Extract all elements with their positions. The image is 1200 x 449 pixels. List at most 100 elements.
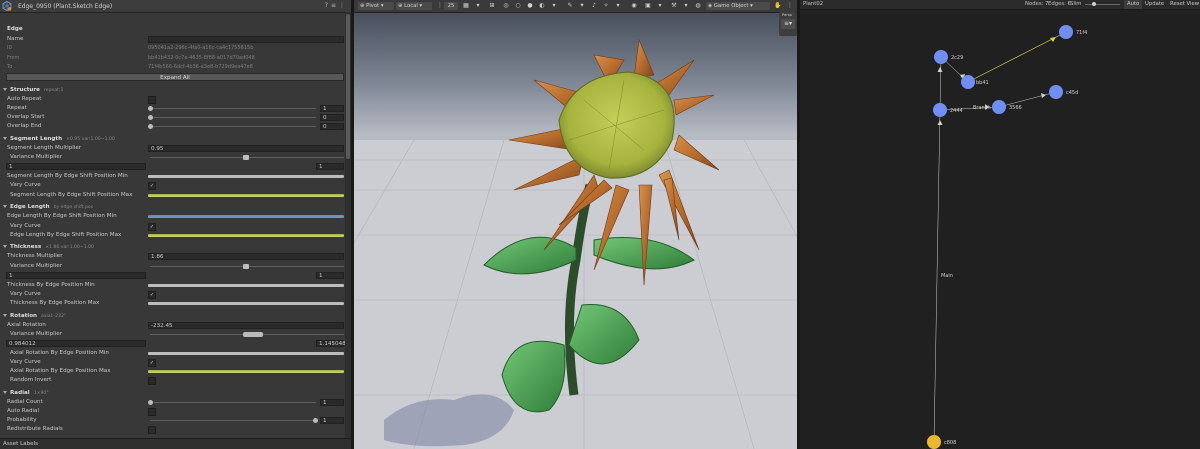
audio-icon[interactable]: ♪ [590,2,598,10]
axial-pos-max-curve[interactable] [148,370,344,373]
graph-node-root[interactable]: c808 [927,435,956,449]
edge-shift-max-curve[interactable] [148,234,344,237]
tools-dropdown-icon[interactable]: ▾ [682,2,690,10]
kebab-menu-icon[interactable]: ⋮ [339,2,345,9]
probability-field[interactable]: 1 [320,417,344,424]
overlap-start-field[interactable]: 0 [320,114,344,121]
segment-vary-curve-checkbox[interactable]: ✓ [148,182,156,190]
sim-slider-track[interactable] [1085,4,1120,5]
segment-length-foldout[interactable]: Segment Length ×0.95 var:1.00~1.00 [0,135,344,144]
edge-shift-min-curve[interactable] [148,215,344,218]
rotation-foldout[interactable]: Rotation axial:-232° [0,312,344,321]
camera-icon[interactable]: ▣ [644,2,652,10]
shading-shaded-icon[interactable]: ● [526,2,534,10]
thickness-multiplier-field[interactable]: 1.86 [148,253,344,260]
tools-icon[interactable]: ⚒ [670,2,678,10]
shading-lit-icon[interactable]: ◐ [538,2,546,10]
camera-dropdown-icon[interactable]: ▾ [656,2,664,10]
overlap-start-slider-track[interactable] [150,117,316,118]
graph-edge[interactable] [933,109,941,443]
help-icon[interactable]: ? [325,2,328,9]
axial-pos-min-curve[interactable] [148,352,344,355]
graph-edge[interactable] [998,91,1057,108]
overlap-end-field[interactable]: 0 [320,123,344,130]
thickness-vary-curve-checkbox[interactable]: ✓ [148,291,156,299]
overlap-end-slider-knob[interactable] [148,124,153,129]
effects-dropdown-icon[interactable]: ▾ [614,2,622,10]
repeat-field[interactable]: 1 [320,105,344,112]
graph-canvas[interactable]: Main Branch 2c29 bb41 71f4 2444 3566 c45… [800,9,1200,449]
segment-shift-max-curve[interactable] [148,194,344,197]
local-dropdown[interactable]: ⊕ Local ▾ [396,2,432,10]
game-object-dropdown[interactable]: ◈ Game Object ▾ [706,2,770,10]
pivot-dropdown[interactable]: ⊕ Pivot ▾ [358,2,394,10]
sim-slider-knob[interactable] [1092,2,1096,6]
expand-all-button[interactable]: Expand All [6,73,344,81]
update-button[interactable]: Update [1142,0,1167,9]
auto-toggle[interactable]: Auto [1124,0,1143,9]
rotation-variance-min-field[interactable]: 0.984012 [6,340,146,347]
radial-count-slider-knob[interactable] [148,400,153,405]
random-invert-checkbox[interactable] [148,377,156,385]
grid-snap-icon[interactable]: ⋮ [436,2,444,10]
probability-slider-track[interactable] [150,420,316,421]
radial-count-field[interactable]: 1 [320,399,344,406]
segment-shift-min-curve[interactable] [148,175,344,178]
graph-node[interactable]: c45d [1049,85,1078,99]
repeat-slider-knob[interactable] [148,106,153,111]
overlap-end-slider-track[interactable] [150,126,316,127]
grid-icon[interactable]: ⊞ [488,2,496,10]
presets-icon[interactable]: ≡ [331,2,336,9]
grid-size-field[interactable]: 25 [444,2,458,10]
edge-length-foldout[interactable]: Edge Length by edge shift pos [0,203,344,212]
auto-radial-checkbox[interactable] [148,408,156,416]
segment-variance-min-field[interactable]: 1 [6,163,146,170]
snap-toggle-icon[interactable]: ▦ [462,2,470,10]
hand-tool-icon[interactable]: ✋ [774,2,782,10]
segment-length-multiplier-field[interactable]: 0.95 [148,145,344,152]
shading-dropdown-icon[interactable]: ▾ [550,2,558,10]
scene-view[interactable]: ⊕ Pivot ▾ ⊕ Local ▾ ⋮ 25 ▦ ▾ ⊞ ◎ ○ ● ◐ ▾… [354,0,800,449]
asset-labels-bar[interactable]: Asset Labels [0,438,351,449]
probability-slider-knob[interactable] [313,418,318,423]
overlap-start-slider-knob[interactable] [148,115,153,120]
structure-foldout[interactable]: Structure repeat:1 [0,86,344,95]
view-axis-icon[interactable]: ≡▾ [781,19,795,29]
scene-viewport[interactable] [354,0,800,449]
graph-node[interactable]: 2c29 [934,50,963,64]
thickness-variance-range-handle[interactable] [243,264,249,269]
thickness-variance-max-field[interactable]: 1 [316,272,344,279]
axial-rotation-field[interactable]: -232.45 [148,322,344,329]
draw-mode-icon[interactable]: ◎ [502,2,510,10]
thickness-pos-min-curve[interactable] [148,284,344,287]
thickness-variance-min-field[interactable]: 1 [6,272,146,279]
inspector-scrollbar-thumb[interactable] [346,14,350,159]
auto-repeat-checkbox[interactable] [148,96,156,104]
orientation-gizmo[interactable]: Persp ≡▾ [779,12,797,36]
graph-edge[interactable] [939,56,942,111]
rotation-variance-range-handle[interactable] [243,332,263,337]
reset-view-button[interactable]: Reset View [1167,0,1200,9]
name-field[interactable] [148,36,344,43]
2d-toggle-icon[interactable]: ✎ [566,2,574,10]
redistribute-radials-checkbox[interactable] [148,426,156,434]
lighting-icon[interactable]: ✦ [578,2,586,10]
scene-visibility-icon[interactable]: ◉ [630,2,638,10]
shading-wire-icon[interactable]: ○ [514,2,522,10]
graph-node[interactable]: 71f4 [1059,25,1087,39]
rotation-variance-max-field[interactable]: 1.145048 [316,340,346,347]
rotation-vary-curve-checkbox[interactable]: ✓ [148,359,156,367]
gizmos-icon[interactable]: ◍ [694,2,702,10]
thickness-foldout[interactable]: Thickness ×1.86 var:1.00~1.00 [0,243,344,252]
radial-foldout[interactable]: Radial 1×90° [0,389,344,398]
effects-icon[interactable]: ✧ [602,2,610,10]
segment-variance-max-field[interactable]: 1 [316,163,344,170]
graph-node[interactable]: bb41 [961,75,989,89]
radial-count-slider-track[interactable] [150,402,316,403]
graph-view[interactable]: Plant02 Nodes: 7 Edges: 6 Slim Auto Upda… [800,0,1200,449]
thickness-pos-max-curve[interactable] [148,302,344,305]
edge-vary-curve-checkbox[interactable]: ✓ [148,223,156,231]
snap-settings-icon[interactable]: ▾ [474,2,482,10]
graph-node[interactable]: 2444 [933,103,963,117]
repeat-slider-track[interactable] [150,108,316,109]
